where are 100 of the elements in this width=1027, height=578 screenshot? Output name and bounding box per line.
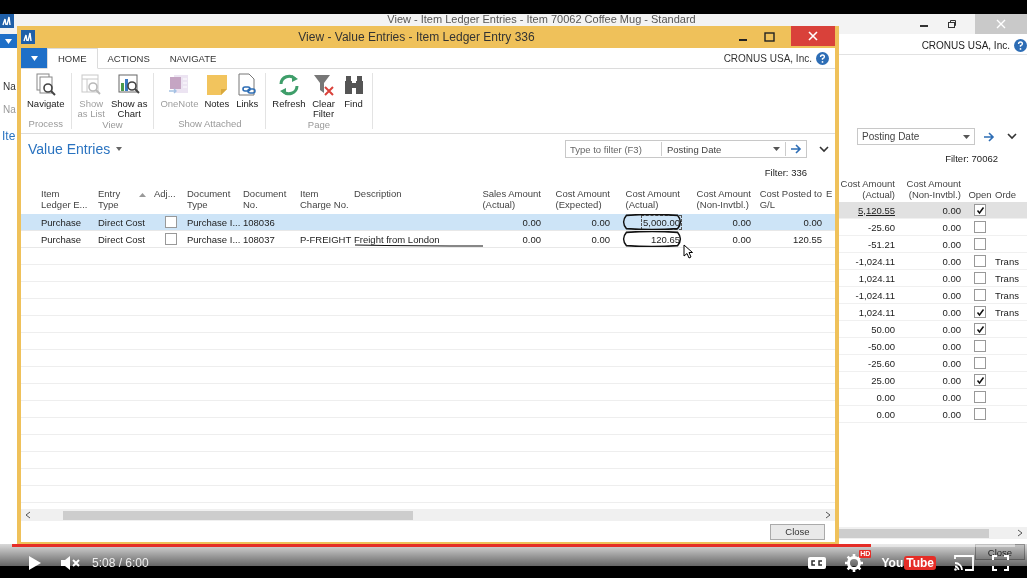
- document-search-icon[interactable]: [33, 73, 58, 97]
- maximize-icon[interactable]: [764, 32, 775, 42]
- checkbox[interactable]: [974, 255, 986, 267]
- ribbon-button[interactable]: Show as Chart: [107, 73, 151, 119]
- ribbon-button[interactable]: Refresh: [269, 73, 309, 119]
- column-header[interactable]: Orde: [995, 189, 1027, 200]
- column-header[interactable]: E: [826, 188, 837, 199]
- table-cell-text: -25.60: [867, 221, 896, 233]
- table-row[interactable]: 1,024.11 0.00 Trans: [839, 304, 1027, 321]
- caret-down-icon[interactable]: [773, 147, 780, 151]
- checkbox[interactable]: [164, 216, 177, 228]
- table-cell: Purchase I...: [187, 233, 241, 245]
- caret-icon[interactable]: [116, 147, 123, 151]
- table-row[interactable]: 0.00 0.00: [839, 406, 1027, 423]
- checkbox[interactable]: [974, 391, 986, 403]
- checkbox[interactable]: [974, 357, 986, 369]
- column-header[interactable]: Cost Amount (Actual): [839, 178, 899, 200]
- filter-field-selector[interactable]: Posting Date: [857, 128, 975, 145]
- checkbox[interactable]: [974, 238, 986, 250]
- fullscreen-icon[interactable]: [992, 554, 1009, 571]
- video-time: 5:08 / 6:00: [92, 555, 149, 570]
- checkbox[interactable]: [974, 272, 986, 284]
- table-row[interactable]: -1,024.11 0.00 Trans: [839, 253, 1027, 270]
- column-header[interactable]: Cost Amount (Actual): [625, 188, 684, 210]
- filter-field-selector[interactable]: Posting Date: [662, 142, 786, 156]
- column-header[interactable]: Sales Amount (Actual): [482, 188, 545, 210]
- checkbox[interactable]: [974, 204, 986, 216]
- ribbon-button[interactable]: Links: [232, 73, 263, 118]
- scroll-right-icon[interactable]: [1017, 529, 1023, 537]
- app-menu-button[interactable]: [21, 48, 47, 68]
- table-row[interactable]: 5,120.55 0.00: [839, 202, 1027, 219]
- page-title[interactable]: Value Entries: [28, 141, 111, 157]
- column-header[interactable]: Cost Amount (Non-Invtbl.): [899, 178, 965, 200]
- table-cell-text: 0.00: [941, 221, 962, 233]
- close-icon[interactable]: [808, 31, 818, 41]
- ribbon-tab[interactable]: HOME: [47, 48, 98, 69]
- ribbon-tab[interactable]: NAVIGATE: [159, 48, 227, 68]
- caret-down-icon[interactable]: [5, 38, 12, 44]
- scrollbar-thumb[interactable]: [839, 528, 989, 538]
- ribbon-button[interactable]: Notes: [201, 73, 233, 118]
- caret-down-icon[interactable]: [30, 55, 38, 61]
- funnel-cross-icon[interactable]: [311, 73, 336, 97]
- scroll-left-icon[interactable]: [25, 511, 31, 519]
- table-row[interactable]: -25.60 0.00: [839, 219, 1027, 236]
- table-cell-text: 25.00: [870, 374, 896, 386]
- app-menu-button[interactable]: [0, 34, 17, 48]
- restore-icon[interactable]: [947, 19, 957, 29]
- mute-icon[interactable]: [60, 554, 80, 571]
- column-header[interactable]: Item Charge No.: [300, 188, 353, 210]
- table-row[interactable]: Purchase Direct Cost Purchase I... 108036 0.00 0.00 5,000.00 0.00 0.00: [21, 214, 835, 231]
- table-row[interactable]: Purchase Direct Cost Purchase I... 108037 P-FREIGHT Freight from London 0.00 0.00 120.65 0.00 120.55: [21, 231, 835, 248]
- table-cell-text: 0.00: [875, 408, 896, 420]
- column-header[interactable]: Entry Type: [98, 188, 125, 210]
- column-header[interactable]: Cost Amount (Expected): [555, 188, 614, 210]
- checkbox[interactable]: [164, 233, 177, 245]
- filter-input[interactable]: Type to filter (F3): [566, 142, 662, 156]
- column-header[interactable]: Document Type: [187, 188, 235, 210]
- table-cell-text: 0.00: [941, 323, 962, 335]
- table-row[interactable]: -1,024.11 0.00 Trans: [839, 287, 1027, 304]
- table-row[interactable]: -51.21 0.00: [839, 236, 1027, 253]
- checkbox[interactable]: [974, 306, 986, 318]
- chevron-down-icon[interactable]: [1007, 133, 1017, 140]
- table-row[interactable]: 25.00 0.00: [839, 372, 1027, 389]
- window-title: View - Value Entries - Item Ledger Entry 336: [297, 30, 536, 44]
- table-cell: P-FREIGHT: [300, 233, 352, 245]
- column-header[interactable]: Adj...: [154, 188, 180, 199]
- caret-down-icon[interactable]: [963, 134, 970, 139]
- scrollbar-thumb[interactable]: [63, 510, 413, 520]
- checkbox[interactable]: [974, 340, 986, 352]
- scroll-right-icon[interactable]: [825, 511, 831, 519]
- column-header[interactable]: Item Ledger E...: [41, 188, 92, 210]
- table-cell-text: -25.60: [867, 357, 896, 369]
- table-row[interactable]: -25.60 0.00: [839, 355, 1027, 372]
- column-header[interactable]: Cost Amount (Non-Invtbl.): [696, 188, 755, 210]
- table-row[interactable]: 0.00 0.00: [839, 389, 1027, 406]
- column-header[interactable]: Cost Posted to G/L: [759, 188, 826, 210]
- ribbon-tab[interactable]: ACTIONS: [97, 48, 160, 68]
- table-row[interactable]: -50.00 0.00: [839, 338, 1027, 355]
- play-icon[interactable]: [28, 554, 42, 571]
- close-button[interactable]: Close: [770, 523, 825, 540]
- app-logo-icon: [21, 30, 35, 44]
- column-header[interactable]: Description: [354, 188, 406, 199]
- help-icon[interactable]: [816, 51, 829, 65]
- ribbon-button[interactable]: Clear Filter: [308, 73, 339, 119]
- checkbox[interactable]: [974, 289, 986, 301]
- column-header[interactable]: Document No.: [243, 188, 291, 210]
- column-header[interactable]: Open: [965, 189, 995, 200]
- help-icon[interactable]: [1014, 38, 1027, 52]
- ribbon-button[interactable]: Find: [338, 73, 369, 119]
- window-title: View - Item Ledger Entries - Item 70062 Coffee Mug - Standard: [386, 14, 697, 25]
- table-row[interactable]: 50.00 0.00: [839, 321, 1027, 338]
- chevron-down-icon[interactable]: [819, 145, 829, 153]
- cast-icon[interactable]: [954, 554, 974, 571]
- ribbon-label: Na: [2, 81, 16, 92]
- ribbon-button[interactable]: Navigate: [24, 73, 68, 118]
- table-row[interactable]: 1,024.11 0.00 Trans: [839, 270, 1027, 287]
- checkbox[interactable]: [974, 221, 986, 233]
- checkbox[interactable]: [974, 374, 986, 386]
- checkbox[interactable]: [974, 323, 986, 335]
- checkbox[interactable]: [974, 408, 986, 420]
